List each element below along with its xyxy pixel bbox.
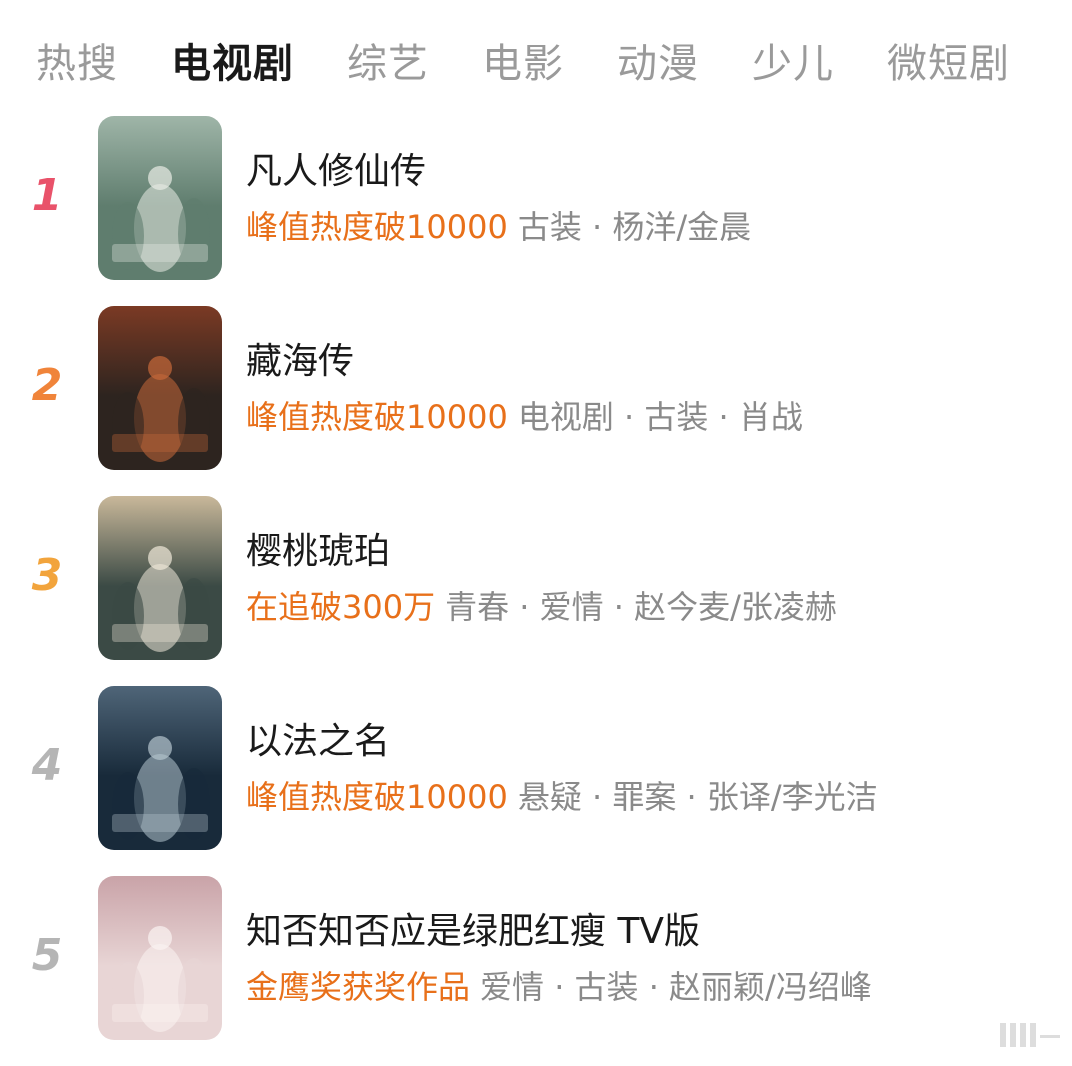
- tag-text: 电视剧 · 古装 · 肖战: [517, 398, 803, 436]
- rank-number: 5: [31, 930, 63, 981]
- hot-label: 峰值热度破10000: [246, 208, 508, 246]
- tab-kids[interactable]: 少儿: [752, 36, 834, 92]
- rank-number: 4: [31, 740, 63, 791]
- poster-image[interactable]: [98, 686, 222, 850]
- hot-label: 金鹰奖获奖作品: [246, 968, 471, 1006]
- hot-label: 在追破300万: [246, 588, 436, 626]
- show-meta: 峰值热度破10000 电视剧 · 古装 · 肖战: [246, 394, 803, 440]
- rank-number: 3: [31, 550, 63, 601]
- list-item[interactable]: 5 知否知否应是绿肥红瘦 TV版 金鹰奖获奖作品 爱情 · 古装 · 赵丽颖/冯绍…: [0, 876, 1072, 1066]
- list-item[interactable]: 1 凡人修仙传 峰值热度破10000 古装 · 杨洋/金晨: [0, 116, 1072, 306]
- list-item[interactable]: 4 以法之名 峰值热度破10000 悬疑 · 罪案 · 张译/李光洁: [0, 686, 1072, 876]
- list-item[interactable]: 3 樱桃琥珀 在追破300万 青春 · 爱情 · 赵今麦/张凌赫: [0, 496, 1072, 686]
- poster-image[interactable]: [98, 306, 222, 470]
- poster-image[interactable]: [98, 116, 222, 280]
- tab-hot-search[interactable]: 热搜: [36, 36, 118, 92]
- tag-text: 爱情 · 古装 · 赵丽颖/冯绍峰: [480, 968, 872, 1006]
- tab-variety[interactable]: 综艺: [347, 36, 429, 92]
- tag-text: 古装 · 杨洋/金晨: [517, 208, 752, 246]
- tag-text: 悬疑 · 罪案 · 张译/李光洁: [517, 778, 878, 816]
- show-title[interactable]: 凡人修仙传: [246, 148, 426, 196]
- rank-number: 1: [31, 170, 63, 221]
- poster-image[interactable]: [98, 876, 222, 1040]
- ranking-list: 1 凡人修仙传 峰值热度破10000 古装 · 杨洋/金晨 2 藏海传 峰值热度破…: [0, 116, 1072, 1066]
- show-title[interactable]: 樱桃琥珀: [246, 528, 390, 576]
- tag-text: 青春 · 爱情 · 赵今麦/张凌赫: [445, 588, 837, 626]
- show-meta: 峰值热度破10000 古装 · 杨洋/金晨: [246, 204, 751, 250]
- tab-anime[interactable]: 动漫: [617, 36, 699, 92]
- show-meta: 在追破300万 青春 · 爱情 · 赵今麦/张凌赫: [246, 584, 837, 630]
- hot-label: 峰值热度破10000: [246, 778, 508, 816]
- tab-tv-series[interactable]: 电视剧: [171, 36, 294, 92]
- category-tabs: 热搜 电视剧 综艺 电影 动漫 少儿 微短剧: [36, 36, 1010, 92]
- watermark-bars-icon: [1000, 1023, 1060, 1047]
- tab-movie[interactable]: 电影: [482, 36, 564, 92]
- show-title[interactable]: 藏海传: [246, 338, 354, 386]
- list-item[interactable]: 2 藏海传 峰值热度破10000 电视剧 · 古装 · 肖战: [0, 306, 1072, 496]
- rank-number: 2: [31, 360, 63, 411]
- hot-label: 峰值热度破10000: [246, 398, 508, 436]
- show-title[interactable]: 以法之名: [246, 718, 390, 766]
- show-title[interactable]: 知否知否应是绿肥红瘦 TV版: [246, 908, 700, 956]
- show-meta: 峰值热度破10000 悬疑 · 罪案 · 张译/李光洁: [246, 774, 878, 820]
- tab-micro-drama[interactable]: 微短剧: [887, 36, 1010, 92]
- poster-image[interactable]: [98, 496, 222, 660]
- show-meta: 金鹰奖获奖作品 爱情 · 古装 · 赵丽颖/冯绍峰: [246, 964, 872, 1010]
